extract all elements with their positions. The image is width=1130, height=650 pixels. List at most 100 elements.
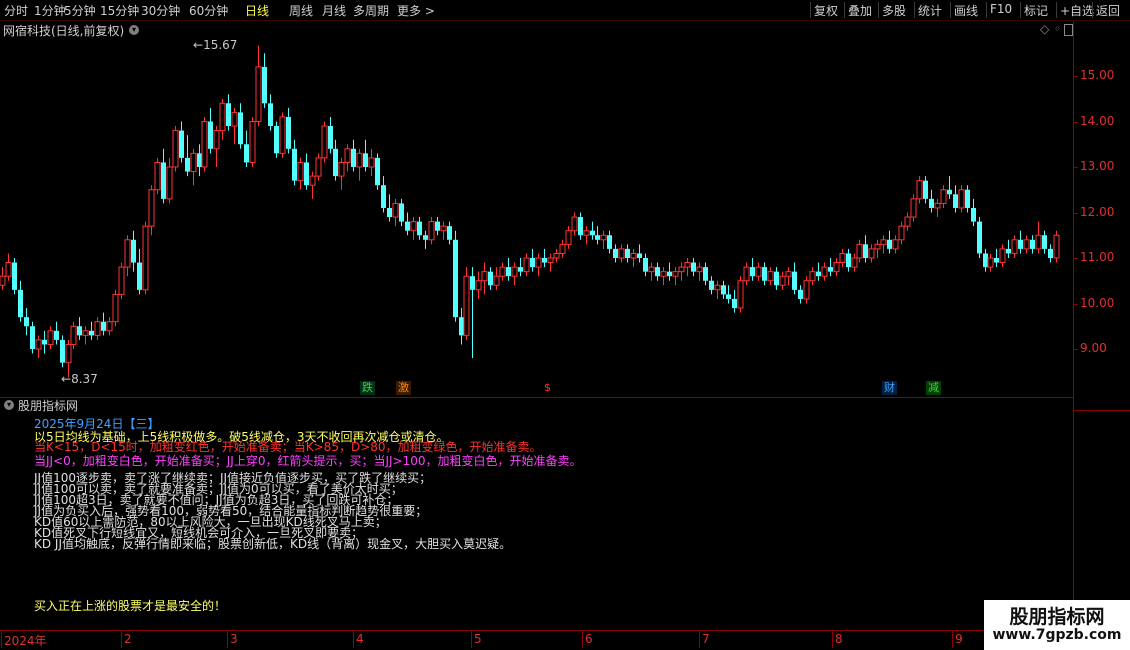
candle[interactable] <box>1042 230 1047 254</box>
candle[interactable] <box>660 267 667 286</box>
candle[interactable] <box>304 153 309 190</box>
candle[interactable] <box>851 253 858 272</box>
candle[interactable] <box>630 248 637 268</box>
candle[interactable] <box>279 112 286 158</box>
candle[interactable] <box>249 116 256 167</box>
candle[interactable] <box>30 321 35 354</box>
candle[interactable] <box>703 262 708 286</box>
candle[interactable] <box>916 176 923 204</box>
candle[interactable] <box>488 267 493 290</box>
candle[interactable] <box>82 326 89 345</box>
signal-marker-dollar[interactable]: $ <box>542 381 553 395</box>
candle[interactable] <box>5 253 12 281</box>
candle[interactable] <box>190 148 197 186</box>
candle[interactable] <box>762 262 767 286</box>
toolbar-button-4[interactable]: 画线 <box>954 2 978 19</box>
candle[interactable] <box>821 262 828 281</box>
candle[interactable] <box>667 262 672 281</box>
candle[interactable] <box>459 308 464 345</box>
candle[interactable] <box>142 221 149 295</box>
toolbar-tab-8[interactable]: 月线 <box>322 2 346 19</box>
candle[interactable] <box>363 139 368 172</box>
candle[interactable] <box>392 198 399 227</box>
candle[interactable] <box>481 262 488 295</box>
candle[interactable] <box>977 217 982 258</box>
candle[interactable] <box>166 157 173 204</box>
candle[interactable] <box>375 153 380 190</box>
candle[interactable] <box>542 248 547 268</box>
candle[interactable] <box>417 217 422 240</box>
toolbar-tab-6[interactable]: 日线 <box>245 2 269 19</box>
candle[interactable] <box>625 244 630 263</box>
candle[interactable] <box>696 262 703 281</box>
toolbar-tab-2[interactable]: 5分钟 <box>64 2 96 19</box>
chevron-down-icon[interactable]: ▾ <box>129 25 139 35</box>
candle[interactable] <box>1018 230 1023 254</box>
candle[interactable] <box>691 258 696 277</box>
candle[interactable] <box>12 258 17 295</box>
candle[interactable] <box>35 335 42 359</box>
candle[interactable] <box>226 94 231 131</box>
candle[interactable] <box>179 121 184 163</box>
candle[interactable] <box>356 148 363 181</box>
candle[interactable] <box>208 107 213 154</box>
candle[interactable] <box>892 235 899 254</box>
candle[interactable] <box>238 103 243 149</box>
candle[interactable] <box>453 230 458 322</box>
candle[interactable] <box>244 130 249 167</box>
candle[interactable] <box>613 244 618 263</box>
candle[interactable] <box>118 262 125 299</box>
candle[interactable] <box>958 185 965 213</box>
toolbar-tab-1[interactable]: 1分钟 <box>34 2 66 19</box>
signal-marker-ji[interactable]: 激 <box>396 381 411 395</box>
candle[interactable] <box>929 189 934 213</box>
candle[interactable] <box>447 221 452 245</box>
candle[interactable] <box>274 121 279 158</box>
candle[interactable] <box>262 53 267 108</box>
candle[interactable] <box>518 258 523 277</box>
candle[interactable] <box>618 244 625 263</box>
signal-marker-cai[interactable]: 财 <box>882 381 897 395</box>
dot-icon[interactable]: ◦ <box>1054 22 1061 36</box>
candle[interactable] <box>721 280 726 299</box>
candle[interactable] <box>148 185 155 236</box>
candle[interactable] <box>70 321 77 349</box>
candle[interactable] <box>309 171 316 199</box>
candle[interactable] <box>197 144 202 177</box>
candle[interactable] <box>898 221 905 245</box>
candle[interactable] <box>463 267 470 340</box>
candle[interactable] <box>785 267 792 286</box>
candle[interactable] <box>737 276 744 313</box>
candle[interactable] <box>994 248 999 268</box>
candle[interactable] <box>828 258 833 277</box>
candle[interactable] <box>767 267 774 286</box>
candle[interactable] <box>428 217 435 245</box>
candle[interactable] <box>124 235 131 277</box>
candle[interactable] <box>219 98 226 140</box>
candle[interactable] <box>750 258 755 281</box>
candle[interactable] <box>499 262 506 281</box>
toolbar-button-5[interactable]: F10 <box>990 2 1012 16</box>
candle[interactable] <box>743 262 750 286</box>
candle[interactable] <box>1006 239 1011 258</box>
candle[interactable] <box>553 248 560 263</box>
candle[interactable] <box>101 312 106 336</box>
toolbar-button-6[interactable]: 标记 <box>1024 2 1048 19</box>
toolbar-tab-4[interactable]: 30分钟 <box>141 2 180 19</box>
toolbar-tab-10[interactable]: 更多 > <box>397 2 435 19</box>
candle[interactable] <box>1030 235 1035 254</box>
candle[interactable] <box>493 267 500 290</box>
candle[interactable] <box>732 289 737 313</box>
candle[interactable] <box>185 135 190 177</box>
candle[interactable] <box>292 139 297 186</box>
candle[interactable] <box>600 230 607 249</box>
candle[interactable] <box>161 148 166 204</box>
candle[interactable] <box>213 126 220 167</box>
candle[interactable] <box>201 116 208 172</box>
candle[interactable] <box>999 244 1006 268</box>
candle[interactable] <box>726 285 731 304</box>
candle[interactable] <box>1053 230 1060 263</box>
candle[interactable] <box>54 321 59 345</box>
candle[interactable] <box>106 317 113 336</box>
candle[interactable] <box>953 185 958 213</box>
